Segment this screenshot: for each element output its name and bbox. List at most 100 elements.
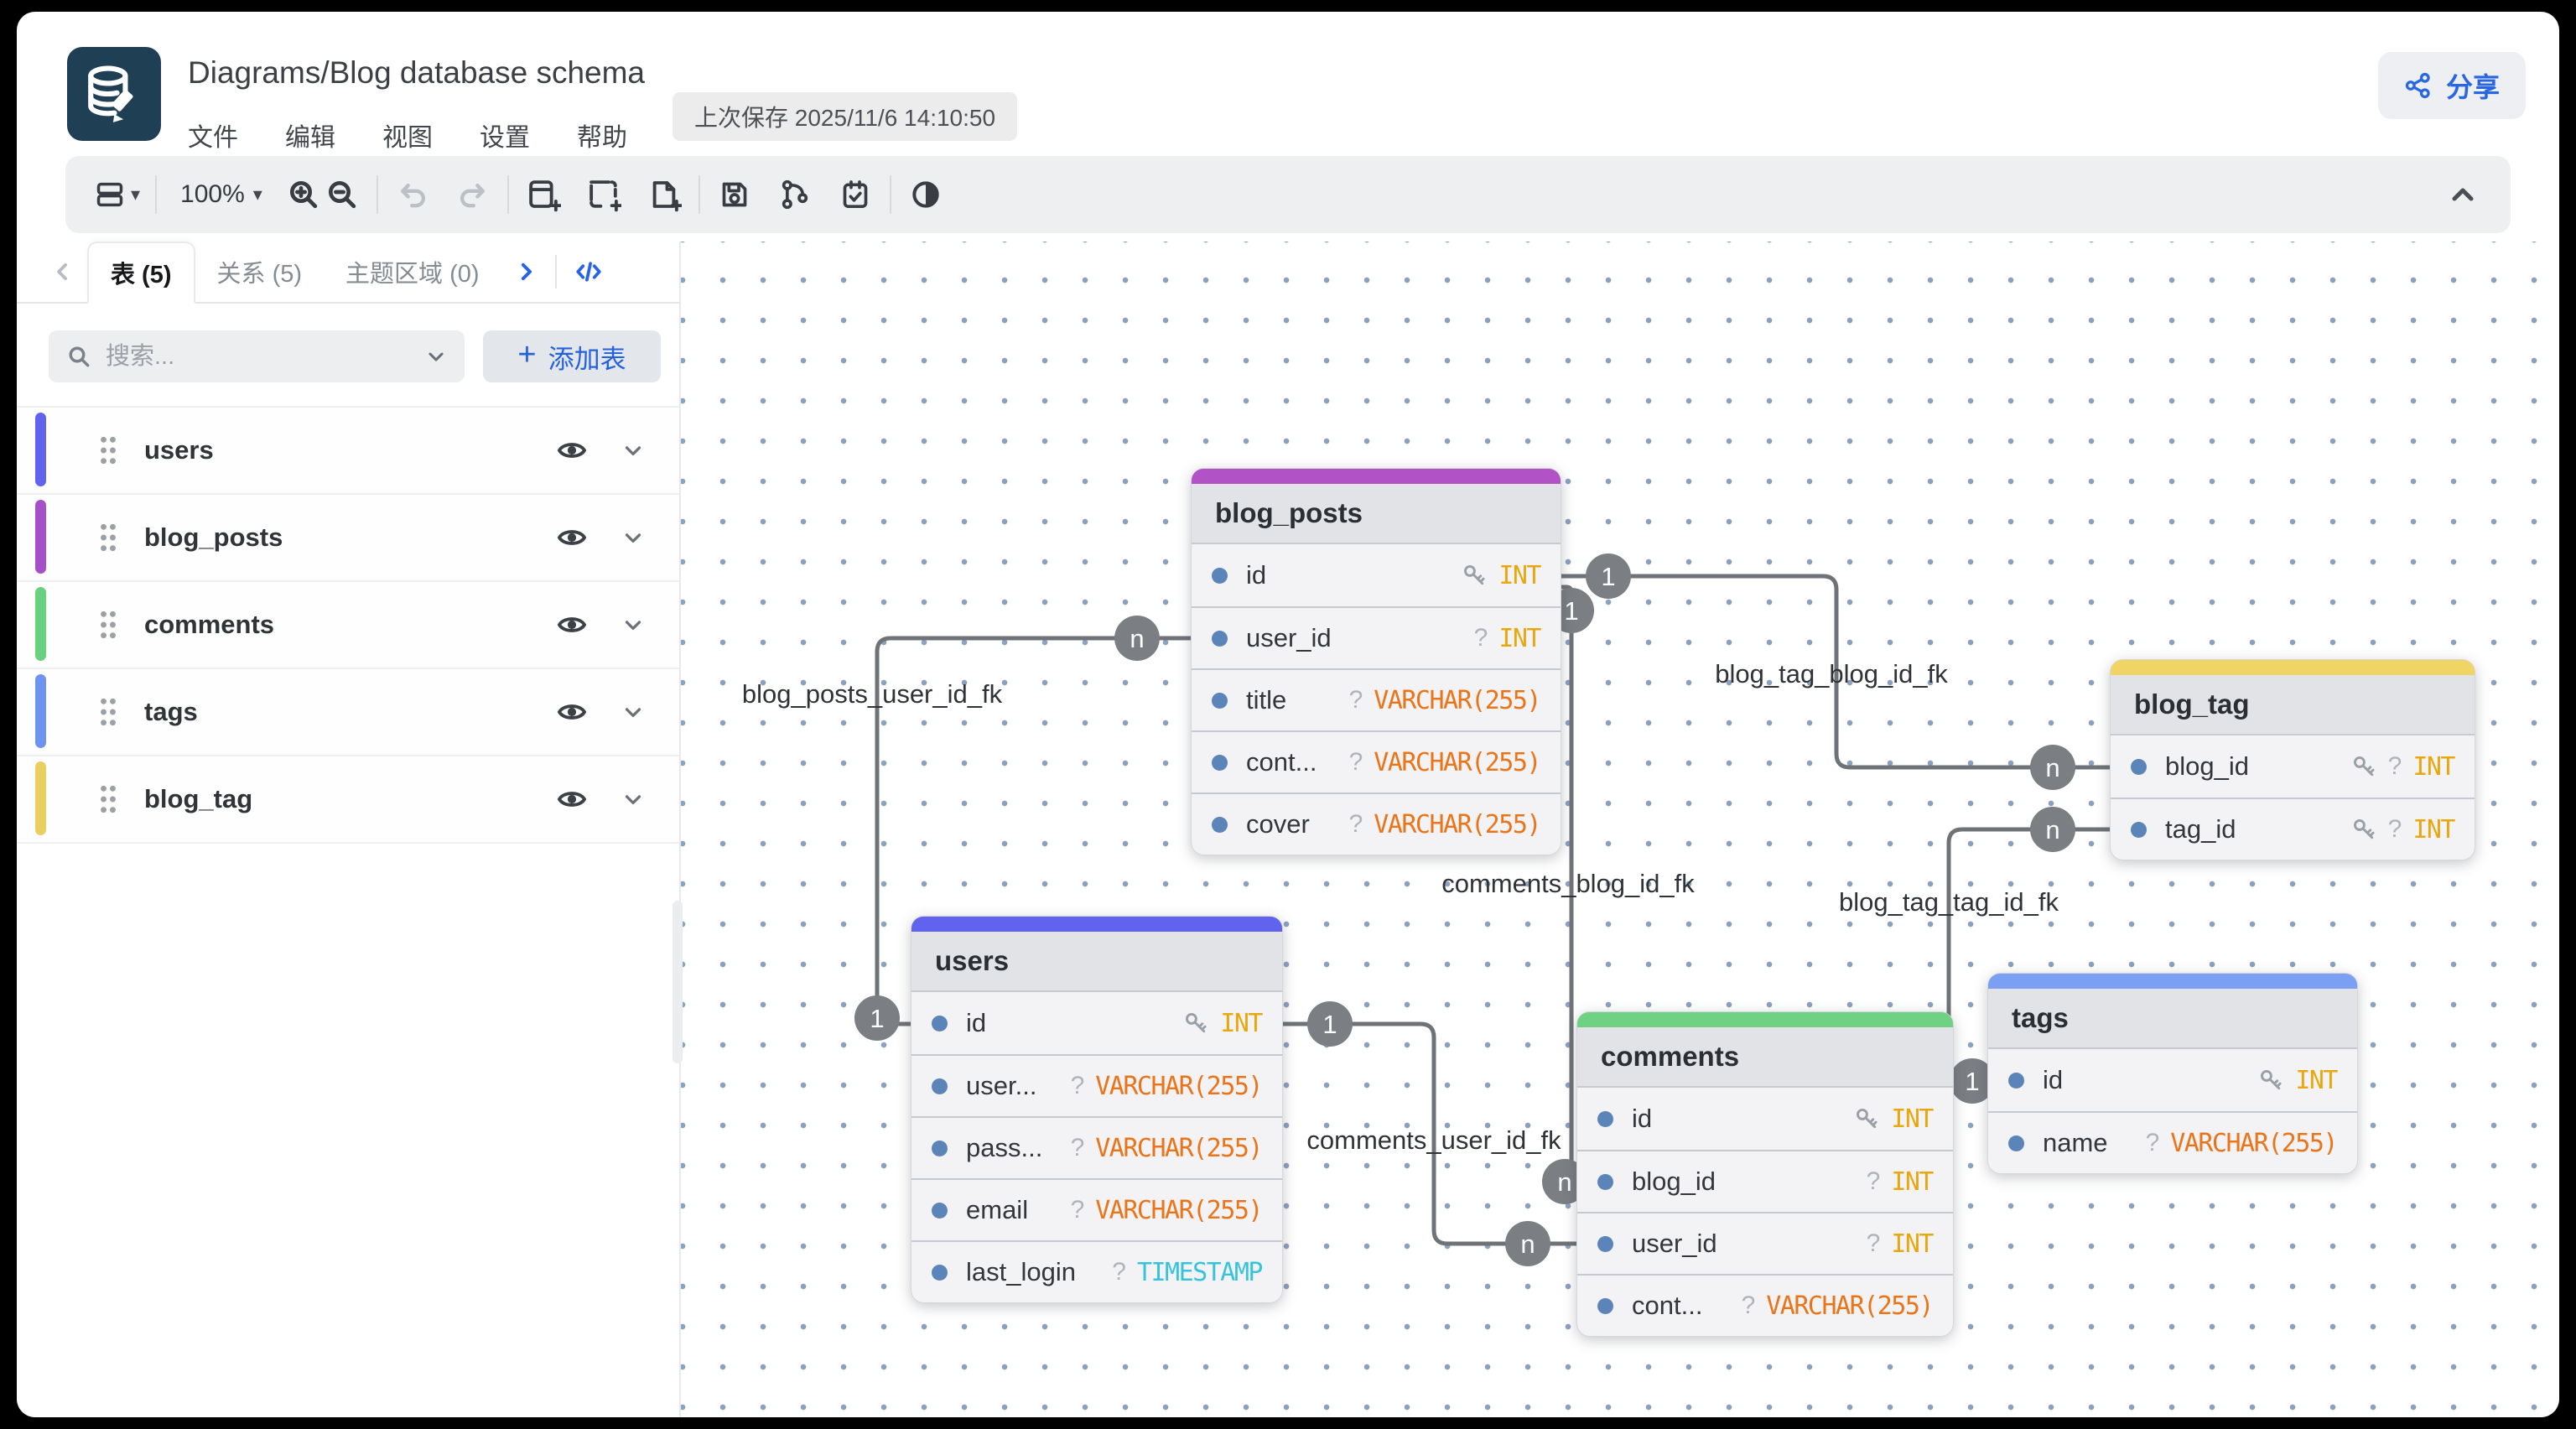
cardinality-text: 1 bbox=[870, 1004, 884, 1033]
sidebar-item-blog_posts[interactable]: blog_posts bbox=[17, 495, 679, 582]
field-row-blog_id[interactable]: blog_id?INT bbox=[2111, 735, 2475, 798]
drag-handle-icon[interactable] bbox=[97, 695, 119, 729]
zoom-level-button[interactable]: 100% ▾ bbox=[172, 171, 262, 218]
canvas-table-users[interactable]: usersidINTuser...?VARCHAR(255)pass...?VA… bbox=[911, 916, 1283, 1303]
diagram-canvas[interactable]: blog_posts_user_id_fkn1blog_tag_blog_id_… bbox=[681, 242, 2559, 1417]
todo-button[interactable] bbox=[836, 171, 875, 218]
menu-item-view[interactable]: 视图 bbox=[382, 117, 433, 153]
add-table-button-sidebar[interactable]: + 添加表 bbox=[483, 330, 661, 382]
zoom-in-button[interactable] bbox=[284, 171, 323, 218]
layout-button[interactable]: ▾ bbox=[94, 171, 140, 218]
eye-icon[interactable] bbox=[557, 699, 587, 725]
relationships-button[interactable] bbox=[776, 171, 814, 218]
field-row-blog_id[interactable]: blog_id?INT bbox=[1577, 1150, 1953, 1212]
field-row-id[interactable]: idINT bbox=[1192, 544, 1561, 606]
code-view-button[interactable] bbox=[562, 242, 615, 302]
relationship-label: comments_user_id_fk bbox=[1306, 1125, 1561, 1155]
menu-item-edit[interactable]: 编辑 bbox=[285, 117, 335, 153]
chevron-down-icon[interactable] bbox=[621, 525, 646, 550]
field-row-cont[interactable]: cont...?VARCHAR(255) bbox=[1577, 1274, 1953, 1336]
eye-icon[interactable] bbox=[557, 525, 587, 550]
share-button[interactable]: 分享 bbox=[2378, 52, 2526, 119]
menu-item-file[interactable]: 文件 bbox=[188, 117, 238, 153]
tab-subject-areas[interactable]: 主题区域 (0) bbox=[324, 242, 501, 302]
field-row-id[interactable]: idINT bbox=[1988, 1049, 2357, 1111]
field-dot-icon bbox=[2131, 822, 2147, 838]
add-table-icon bbox=[526, 177, 561, 212]
primary-key-icon bbox=[2257, 1067, 2284, 1094]
menu-item-settings[interactable]: 设置 bbox=[480, 117, 530, 153]
toolbar-divider bbox=[155, 175, 157, 214]
tabs-scroll-left-button[interactable] bbox=[39, 242, 87, 302]
table-header: blog_posts bbox=[1192, 484, 1561, 544]
field-type: INT bbox=[2412, 752, 2454, 782]
drag-handle-icon[interactable] bbox=[97, 521, 119, 554]
field-row-id[interactable]: idINT bbox=[911, 992, 1282, 1054]
chevron-down-icon[interactable] bbox=[621, 612, 646, 637]
search-table-combobox[interactable] bbox=[49, 330, 465, 382]
drag-handle-icon[interactable] bbox=[97, 434, 119, 467]
nullable-mark: ? bbox=[1867, 1229, 1881, 1258]
field-row-cont[interactable]: cont...?VARCHAR(255) bbox=[1192, 730, 1561, 792]
field-row-user_id[interactable]: user_id?INT bbox=[1192, 606, 1561, 668]
field-type: VARCHAR(255) bbox=[1374, 686, 1540, 715]
table-name: blog_posts bbox=[144, 522, 283, 553]
field-row-title[interactable]: title?VARCHAR(255) bbox=[1192, 668, 1561, 730]
zoom-out-button[interactable] bbox=[323, 171, 361, 218]
sidebar-item-tags[interactable]: tags bbox=[17, 669, 679, 756]
drag-handle-icon[interactable] bbox=[97, 608, 119, 642]
field-row-email[interactable]: email?VARCHAR(255) bbox=[911, 1178, 1282, 1240]
canvas-table-comments[interactable]: commentsidINTblog_id?INTuser_id?INTcont.… bbox=[1576, 1011, 1954, 1337]
collapse-toolbar-button[interactable] bbox=[2444, 171, 2482, 218]
eye-icon[interactable] bbox=[557, 612, 587, 637]
tab-tables[interactable]: 表 (5) bbox=[87, 242, 195, 304]
nullable-mark: ? bbox=[1112, 1258, 1126, 1286]
field-row-pass[interactable]: pass...?VARCHAR(255) bbox=[911, 1116, 1282, 1178]
redo-button[interactable] bbox=[454, 171, 492, 218]
undo-button[interactable] bbox=[393, 171, 432, 218]
table-header: users bbox=[911, 932, 1282, 992]
menu-item-help[interactable]: 帮助 bbox=[577, 117, 627, 153]
relationship-label: comments_blog_id_fk bbox=[1441, 869, 1695, 898]
chevron-down-icon[interactable] bbox=[621, 438, 646, 463]
field-type: INT bbox=[2295, 1066, 2337, 1095]
eye-icon[interactable] bbox=[557, 438, 587, 463]
field-dot-icon bbox=[932, 1141, 948, 1156]
canvas-table-blog_posts[interactable]: blog_postsidINTuser_id?INTtitle?VARCHAR(… bbox=[1191, 468, 1561, 855]
add-area-button[interactable] bbox=[584, 171, 623, 218]
chevron-down-icon[interactable] bbox=[621, 699, 646, 725]
sidebar-resize-handle[interactable] bbox=[673, 901, 683, 1063]
sidebar-item-blog_tag[interactable]: blog_tag bbox=[17, 756, 679, 844]
field-row-user_id[interactable]: user_id?INT bbox=[1577, 1212, 1953, 1274]
add-table-button[interactable] bbox=[524, 171, 563, 218]
field-row-last_login[interactable]: last_login?TIMESTAMP bbox=[911, 1240, 1282, 1302]
add-note-button[interactable] bbox=[645, 171, 683, 218]
theme-toggle-button[interactable] bbox=[906, 171, 945, 218]
field-row-id[interactable]: idINT bbox=[1577, 1088, 1953, 1150]
search-input[interactable] bbox=[106, 343, 424, 371]
chevron-down-icon[interactable] bbox=[621, 787, 646, 812]
field-row-name[interactable]: name?VARCHAR(255) bbox=[1988, 1111, 2357, 1173]
zoom-in-icon bbox=[287, 178, 320, 211]
drag-handle-icon[interactable] bbox=[97, 782, 119, 816]
field-row-user[interactable]: user...?VARCHAR(255) bbox=[911, 1054, 1282, 1116]
field-row-cover[interactable]: cover?VARCHAR(255) bbox=[1192, 792, 1561, 855]
chevron-down-icon[interactable] bbox=[424, 345, 448, 368]
sidebar-item-users[interactable]: users bbox=[17, 408, 679, 495]
toolbar-divider bbox=[890, 175, 891, 214]
chevron-up-icon bbox=[2446, 178, 2480, 211]
field-row-tag_id[interactable]: tag_id?INT bbox=[2111, 798, 2475, 860]
nullable-mark: ? bbox=[2388, 752, 2402, 781]
cardinality-text: 1 bbox=[1322, 1010, 1337, 1039]
save-button[interactable] bbox=[715, 171, 754, 218]
tabs-scroll-right-button[interactable] bbox=[501, 242, 550, 302]
eye-icon[interactable] bbox=[557, 787, 587, 812]
chevron-down-icon: ▾ bbox=[131, 184, 140, 205]
primary-key-icon bbox=[2350, 816, 2377, 843]
field-type: INT bbox=[1498, 561, 1540, 590]
canvas-table-tags[interactable]: tagsidINTname?VARCHAR(255) bbox=[1987, 973, 2358, 1174]
sidebar-item-comments[interactable]: comments bbox=[17, 582, 679, 669]
field-dot-icon bbox=[2008, 1073, 2024, 1089]
canvas-table-blog_tag[interactable]: blog_tagblog_id?INTtag_id?INT bbox=[2110, 659, 2475, 860]
tab-relationships[interactable]: 关系 (5) bbox=[195, 242, 325, 302]
